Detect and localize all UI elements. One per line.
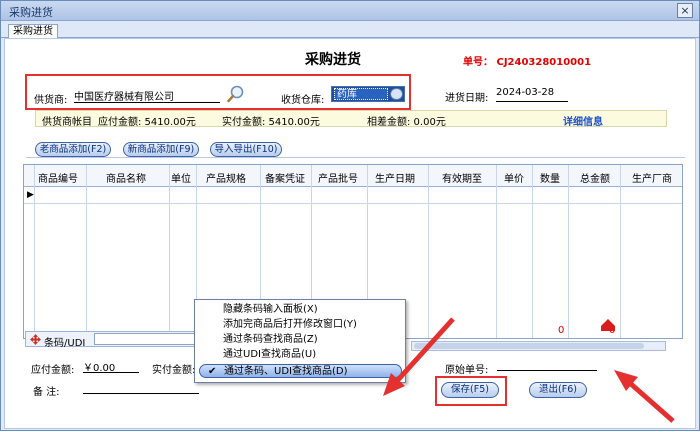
annotation-arrow-warning: [629, 382, 675, 423]
annotation-arrows: [383, 317, 675, 423]
annotation-arrow-menu: [395, 317, 455, 383]
purchase-window: 采购进货 × 采购进货 采购进货 单号： CJ240328010001 供货商:…: [0, 0, 700, 431]
